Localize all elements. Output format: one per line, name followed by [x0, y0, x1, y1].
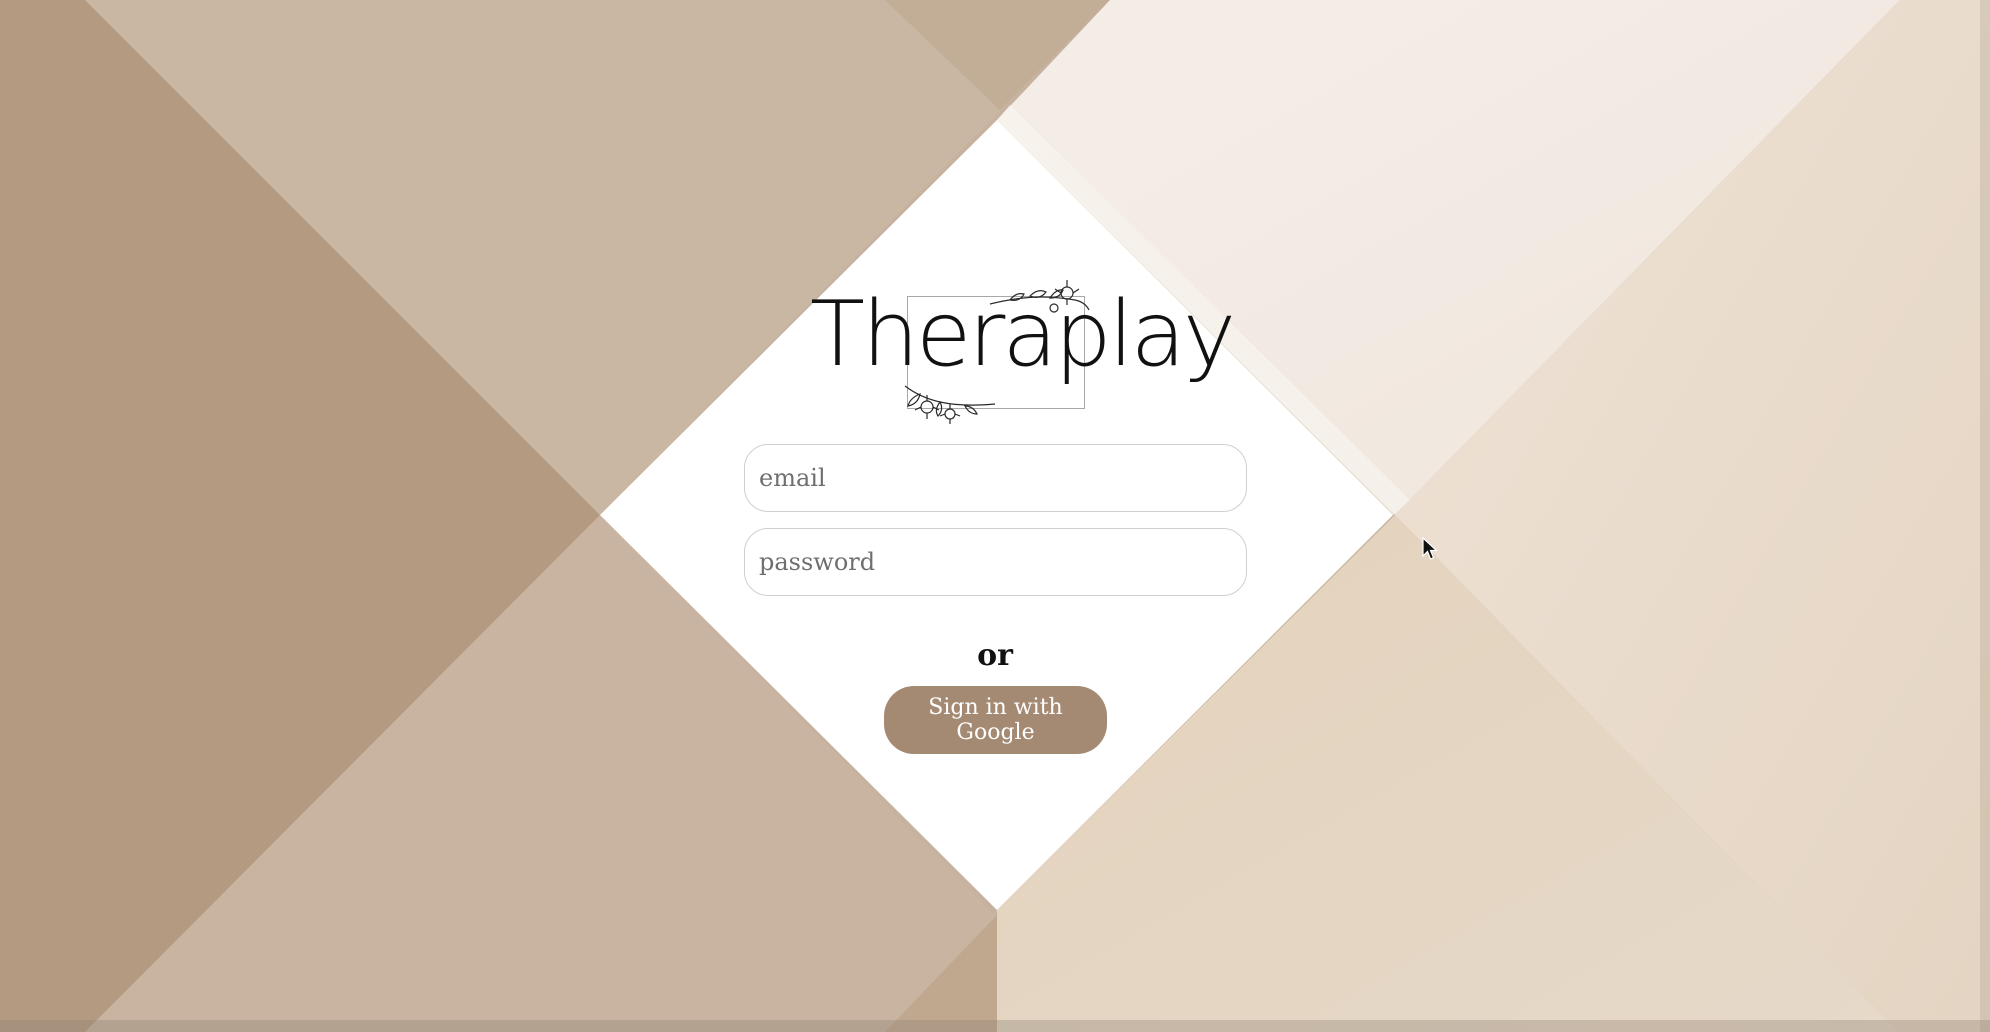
- mouse-pointer-icon: [1422, 537, 1439, 560]
- sign-in-with-google-button[interactable]: Sign in with Google: [884, 686, 1107, 754]
- login-page: Theraplay or Sign in with Google: [0, 0, 1990, 1032]
- or-separator: or: [977, 638, 1013, 673]
- password-field[interactable]: [744, 528, 1247, 596]
- email-field[interactable]: [744, 444, 1247, 512]
- geometric-background: [0, 0, 1990, 1032]
- app-logo: Theraplay: [810, 276, 1236, 426]
- logo-text: Theraplay: [810, 282, 1236, 387]
